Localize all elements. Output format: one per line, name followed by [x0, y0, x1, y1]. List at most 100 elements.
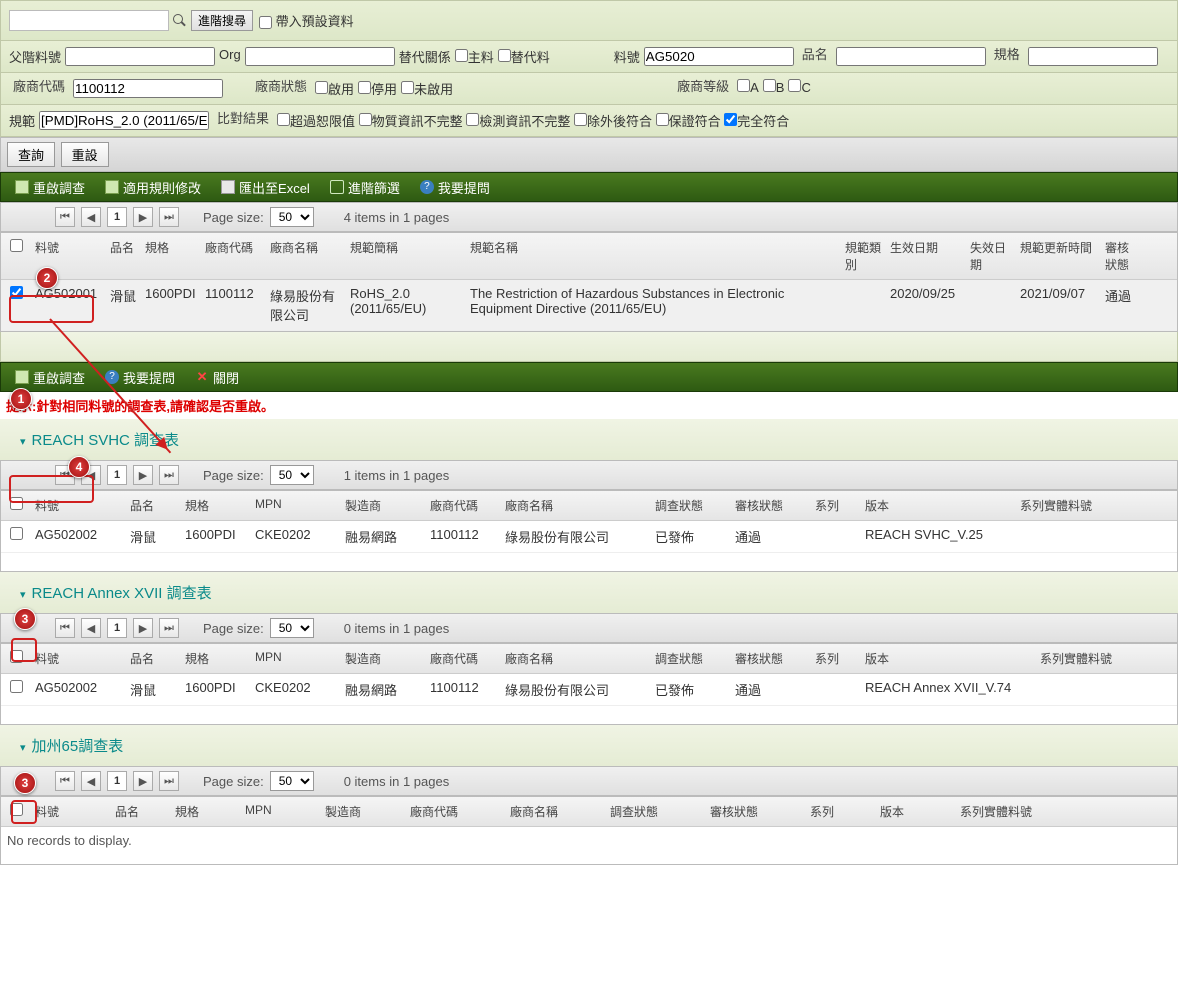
pager-last-button[interactable]: ⏭: [159, 465, 179, 485]
col-stat[interactable]: 審核狀態: [1101, 233, 1141, 279]
page-size-select[interactable]: 50: [270, 618, 314, 638]
table-row[interactable]: AG502002 滑鼠 1600PDI CKE0202 融易網路 1100112…: [1, 521, 1177, 553]
select-all-checkbox[interactable]: [10, 650, 23, 663]
row-checkbox[interactable]: [10, 286, 23, 299]
default-data-checkbox[interactable]: [259, 16, 272, 29]
org-input[interactable]: [245, 47, 395, 66]
vendor-code-input[interactable]: [73, 79, 223, 98]
page-size-select[interactable]: 50: [270, 465, 314, 485]
row-checkbox[interactable]: [10, 680, 23, 693]
svhc-grid: 料號 品名 規格 MPN 製造商 廠商代碼 廠商名稱 調查狀態 審核狀態 系列 …: [0, 490, 1178, 572]
part-no-input[interactable]: [644, 47, 794, 66]
section-cal65-title[interactable]: 加州65調查表: [0, 725, 1178, 766]
vendor-code-label: 廠商代碼: [13, 79, 65, 95]
toolbar-rule-button[interactable]: 適用規則修改: [95, 174, 211, 201]
pager-first-button[interactable]: ⏮: [55, 618, 75, 638]
col-name[interactable]: 品名: [106, 233, 141, 279]
part-no-label: 料號: [614, 47, 640, 66]
pager-prev-button[interactable]: ◀: [81, 207, 101, 227]
spec-label: 規格: [994, 47, 1020, 63]
pager-prev-button[interactable]: ◀: [81, 771, 101, 791]
pager-last-button[interactable]: ⏭: [159, 618, 179, 638]
col-rshort[interactable]: 規範簡稱: [346, 233, 466, 279]
cmp-over-checkbox[interactable]: [277, 113, 290, 126]
sub-material-checkbox[interactable]: [498, 49, 511, 62]
pager-next-button[interactable]: ▶: [133, 771, 153, 791]
cmp-guarantee-checkbox[interactable]: [656, 113, 669, 126]
cal65-grid: 料號 品名 規格 MPN 製造商 廠商代碼 廠商名稱 調查狀態 審核狀態 系列 …: [0, 796, 1178, 865]
sub-relation-label: 替代關係: [399, 47, 451, 66]
page-size-select[interactable]: 50: [270, 207, 314, 227]
main-material-checkbox[interactable]: [455, 49, 468, 62]
spec-input[interactable]: [1028, 47, 1158, 66]
toolbar-reopen-button[interactable]: 重啟調查: [5, 174, 95, 201]
cmp-mat-incomplete-checkbox[interactable]: [359, 113, 372, 126]
col-eff[interactable]: 生效日期: [886, 233, 966, 279]
vendor-grade-label: 廠商等級: [677, 79, 729, 95]
select-all-checkbox[interactable]: [10, 803, 23, 816]
toolbar-filter-button[interactable]: 進階篩選: [320, 174, 410, 201]
parent-part-input[interactable]: [65, 47, 215, 66]
pager-prev-button[interactable]: ◀: [81, 618, 101, 638]
search-button[interactable]: 查詢: [7, 142, 55, 167]
status-notyet-checkbox[interactable]: [401, 81, 414, 94]
filter-row-regulation: 規範 比對結果 超過恕限值 物質資訊不完整 檢測資訊不完整 除外後符合 保證符合…: [0, 105, 1178, 137]
document-icon: [15, 370, 29, 384]
pager-last-button[interactable]: ⏭: [159, 207, 179, 227]
annex-grid: 料號 品名 規格 MPN 製造商 廠商代碼 廠商名稱 調查狀態 審核狀態 系列 …: [0, 643, 1178, 725]
select-all-checkbox[interactable]: [10, 239, 23, 252]
excel-icon: [221, 180, 235, 194]
page-size-select[interactable]: 50: [270, 771, 314, 791]
callout-3-svhc: 3: [14, 608, 36, 630]
pager-page-1[interactable]: 1: [107, 771, 127, 791]
col-cat[interactable]: 規範類別: [841, 233, 886, 279]
pager-next-button[interactable]: ▶: [133, 207, 153, 227]
col-vcode[interactable]: 廠商代碼: [201, 233, 266, 279]
col-spec[interactable]: 規格: [141, 233, 201, 279]
toolbar-export-excel-button[interactable]: 匯出至Excel: [211, 174, 320, 201]
cmp-except-checkbox[interactable]: [574, 113, 587, 126]
main-grid-header: 料號 品名 規格 廠商代碼 廠商名稱 規範簡稱 規範名稱 規範類別 生效日期 失…: [1, 233, 1177, 280]
cmp-full-checkbox[interactable]: [724, 113, 737, 126]
col-rfull[interactable]: 規範名稱: [466, 233, 841, 279]
search-icon[interactable]: [173, 14, 187, 28]
table-row[interactable]: AG502002 滑鼠 1600PDI CKE0202 融易網路 1100112…: [1, 674, 1177, 706]
grade-a-checkbox[interactable]: [737, 79, 750, 92]
col-upd[interactable]: 規範更新時間: [1016, 233, 1101, 279]
no-records-message: No records to display.: [1, 827, 1177, 854]
status-enable-checkbox[interactable]: [315, 81, 328, 94]
sub-reopen-button[interactable]: 重啟調查: [5, 364, 95, 391]
search-input[interactable]: [9, 10, 169, 31]
pager-first-button[interactable]: ⏮: [55, 771, 75, 791]
status-disable-checkbox[interactable]: [358, 81, 371, 94]
reset-button[interactable]: 重設: [61, 142, 109, 167]
row-checkbox[interactable]: [10, 527, 23, 540]
top-search-row: 進階搜尋 帶入預設資料: [0, 0, 1178, 41]
product-name-input[interactable]: [836, 47, 986, 66]
pager-page-1[interactable]: 1: [107, 618, 127, 638]
section-annex-title[interactable]: REACH Annex XVII 調查表: [0, 572, 1178, 613]
pager-page-1[interactable]: 1: [107, 207, 127, 227]
default-data-checkbox-label[interactable]: 帶入預設資料: [259, 11, 354, 30]
parent-part-label: 父階料號: [9, 47, 61, 66]
filter-row-part: 父階料號 Org 替代關係 主料 替代料 料號 品名 規格: [0, 41, 1178, 73]
col-vname[interactable]: 廠商名稱: [266, 233, 346, 279]
advanced-search-button[interactable]: 進階搜尋: [191, 10, 253, 31]
grade-b-checkbox[interactable]: [763, 79, 776, 92]
table-row[interactable]: AG502001 滑鼠 1600PDI 1100112 綠易股份有限公司 RoH…: [1, 280, 1177, 331]
toolbar-ask-button[interactable]: ?我要提問: [410, 174, 500, 201]
pager-last-button[interactable]: ⏭: [159, 771, 179, 791]
callout-1: 1: [10, 388, 32, 410]
cmp-test-incomplete-checkbox[interactable]: [466, 113, 479, 126]
select-all-checkbox[interactable]: [10, 497, 23, 510]
pager-next-button[interactable]: ▶: [133, 465, 153, 485]
pager-first-button[interactable]: ⏮: [55, 207, 75, 227]
pager-next-button[interactable]: ▶: [133, 618, 153, 638]
section-svhc-title[interactable]: REACH SVHC 調查表: [0, 419, 1178, 460]
pager-page-1[interactable]: 1: [107, 465, 127, 485]
sub-close-button[interactable]: ✕關閉: [185, 364, 249, 391]
pager-summary: 0 items in 1 pages: [344, 774, 450, 789]
regulation-input[interactable]: [39, 111, 209, 130]
grade-c-checkbox[interactable]: [788, 79, 801, 92]
col-exp[interactable]: 失效日期: [966, 233, 1016, 279]
